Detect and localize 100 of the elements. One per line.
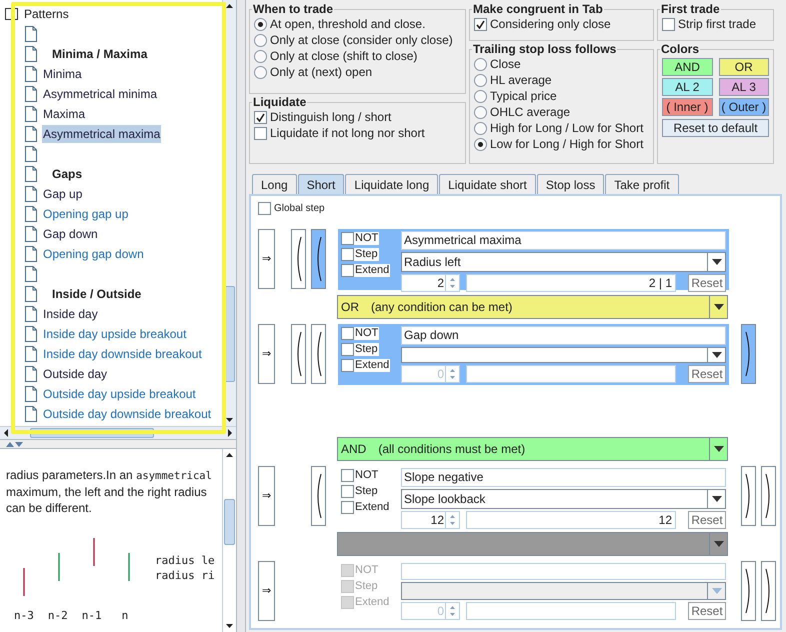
- parameter-dropdown[interactable]: Radius left: [401, 252, 726, 272]
- radio-button[interactable]: [474, 58, 487, 70]
- tree-item[interactable]: Inside day upside breakout: [42, 325, 188, 343]
- checkbox[interactable]: [341, 485, 354, 498]
- expand-up-icon[interactable]: [6, 442, 14, 446]
- tree-item[interactable]: Gap up: [42, 185, 84, 203]
- tree-heading[interactable]: Inside / Outside: [51, 285, 142, 303]
- checkbox[interactable]: [341, 232, 354, 245]
- color-swatch-button[interactable]: OR: [718, 58, 769, 76]
- arrow-button[interactable]: ⇒: [258, 229, 275, 289]
- reset-button[interactable]: Reset: [688, 511, 726, 529]
- radio-button[interactable]: [474, 138, 487, 150]
- radio-button[interactable]: [254, 18, 267, 30]
- checkbox[interactable]: [341, 469, 354, 482]
- number-spinner[interactable]: 2: [401, 274, 460, 292]
- condition-name-field[interactable]: Slope negative: [401, 468, 726, 487]
- color-swatch-button[interactable]: AL 2: [662, 78, 712, 96]
- tree-item[interactable]: Patterns: [23, 5, 70, 23]
- close-paren-toggle[interactable]: [741, 324, 756, 384]
- open-paren-toggle[interactable]: [291, 324, 306, 384]
- tree-item[interactable]: Inside day: [42, 305, 99, 323]
- condition-name-field[interactable]: Gap down: [401, 326, 726, 345]
- tree-item[interactable]: Outside day downside breakout: [42, 405, 212, 423]
- checkbox[interactable]: [254, 126, 267, 140]
- operator-description: (all conditions must be met): [378, 441, 526, 458]
- close-paren-icon: [765, 473, 772, 519]
- number-spinner[interactable]: 12: [401, 511, 460, 529]
- axis-label: n-3: [14, 609, 34, 623]
- checkbox[interactable]: [662, 18, 675, 30]
- tab[interactable]: Long: [252, 174, 297, 194]
- value-field[interactable]: 2 | 1: [466, 274, 676, 292]
- checkbox[interactable]: [254, 110, 267, 124]
- diagram-label: radius le: [155, 553, 215, 568]
- logic-dropdown[interactable]: AND (all conditions must be met): [337, 437, 728, 461]
- color-swatch-button[interactable]: ( Inner ): [662, 98, 712, 116]
- color-swatch-button[interactable]: AND: [662, 58, 712, 76]
- checkbox[interactable]: [341, 359, 354, 372]
- document-icon: [25, 346, 37, 362]
- reset-button[interactable]: Reset: [688, 365, 726, 383]
- radio-button[interactable]: [254, 50, 267, 62]
- vertical-scrollbar[interactable]: [222, 449, 236, 632]
- tree-item[interactable]: Maxima: [42, 105, 86, 123]
- checkbox[interactable]: [474, 18, 487, 30]
- color-swatch-button[interactable]: ( Outer ): [718, 98, 769, 116]
- value-field[interactable]: 12: [466, 511, 676, 529]
- checkbox[interactable]: [341, 248, 354, 261]
- close-paren-toggle[interactable]: [741, 466, 756, 526]
- tree-item[interactable]: Outside day: [42, 365, 108, 383]
- tree-heading[interactable]: Minima / Maxima: [51, 45, 148, 63]
- open-paren-toggle[interactable]: [291, 229, 306, 289]
- close-paren-toggle[interactable]: [761, 466, 776, 526]
- open-paren-toggle[interactable]: [311, 324, 326, 384]
- tree-item[interactable]: Outside day upside breakout: [42, 385, 197, 403]
- radio-button[interactable]: [474, 90, 487, 102]
- checkbox-label: Step: [354, 580, 379, 593]
- tree-heading[interactable]: Gaps: [51, 165, 84, 183]
- radio-button[interactable]: [474, 106, 487, 118]
- expand-down-icon[interactable]: [15, 442, 23, 446]
- axis-label: n-1: [82, 609, 102, 623]
- tree-item[interactable]: Minima: [42, 65, 83, 83]
- tab[interactable]: Stop loss: [536, 174, 604, 194]
- tab[interactable]: Take profit: [605, 174, 679, 194]
- checkbox-label: Step: [354, 485, 379, 498]
- radio-button[interactable]: [254, 66, 267, 78]
- radio-button[interactable]: [254, 34, 267, 46]
- dropdown-arrow-icon: [712, 496, 722, 502]
- tree-item[interactable]: Asymmetrical maxima: [42, 125, 162, 143]
- arrow-button[interactable]: ⇒: [258, 324, 275, 384]
- checkbox[interactable]: [258, 202, 271, 214]
- tree-item[interactable]: Gap down: [42, 225, 99, 243]
- tree-item[interactable]: Opening gap down: [42, 245, 145, 263]
- document-icon: [25, 366, 37, 382]
- radio-button[interactable]: [474, 74, 487, 86]
- tab[interactable]: Liquidate long: [345, 174, 438, 194]
- tree-item[interactable]: Asymmetrical minima: [42, 85, 158, 103]
- color-swatch-button[interactable]: AL 3: [718, 78, 769, 96]
- scroll-thumb[interactable]: [224, 499, 235, 545]
- tree-item[interactable]: Inside day downside breakout: [42, 345, 203, 363]
- checkbox[interactable]: [341, 343, 354, 356]
- radio-button[interactable]: [474, 122, 487, 134]
- checkbox[interactable]: [341, 501, 354, 514]
- reset-button[interactable]: Reset: [688, 274, 726, 292]
- checkbox[interactable]: [341, 327, 354, 340]
- value-field[interactable]: [466, 365, 676, 383]
- open-paren-toggle[interactable]: [311, 466, 326, 526]
- reset-default-button[interactable]: Reset to default: [662, 119, 769, 137]
- tab[interactable]: Liquidate short: [439, 174, 536, 194]
- open-paren-toggle[interactable]: [311, 229, 326, 289]
- tree-item[interactable]: Opening gap up: [42, 205, 130, 223]
- checkbox-label: NOT: [354, 564, 380, 577]
- tab[interactable]: Short: [298, 174, 344, 194]
- condition-name-field[interactable]: Asymmetrical maxima: [401, 231, 726, 250]
- parameter-dropdown[interactable]: [401, 347, 726, 363]
- document-icon: [25, 26, 37, 42]
- parameter-dropdown[interactable]: Slope lookback: [401, 489, 726, 509]
- checkbox-label: Distinguish long / short: [270, 109, 392, 126]
- checkbox[interactable]: [341, 264, 354, 277]
- arrow-button[interactable]: ⇒: [258, 466, 275, 526]
- logic-dropdown[interactable]: OR (any condition can be met): [337, 295, 728, 319]
- radio-label: At open, threshold and close.: [270, 16, 426, 33]
